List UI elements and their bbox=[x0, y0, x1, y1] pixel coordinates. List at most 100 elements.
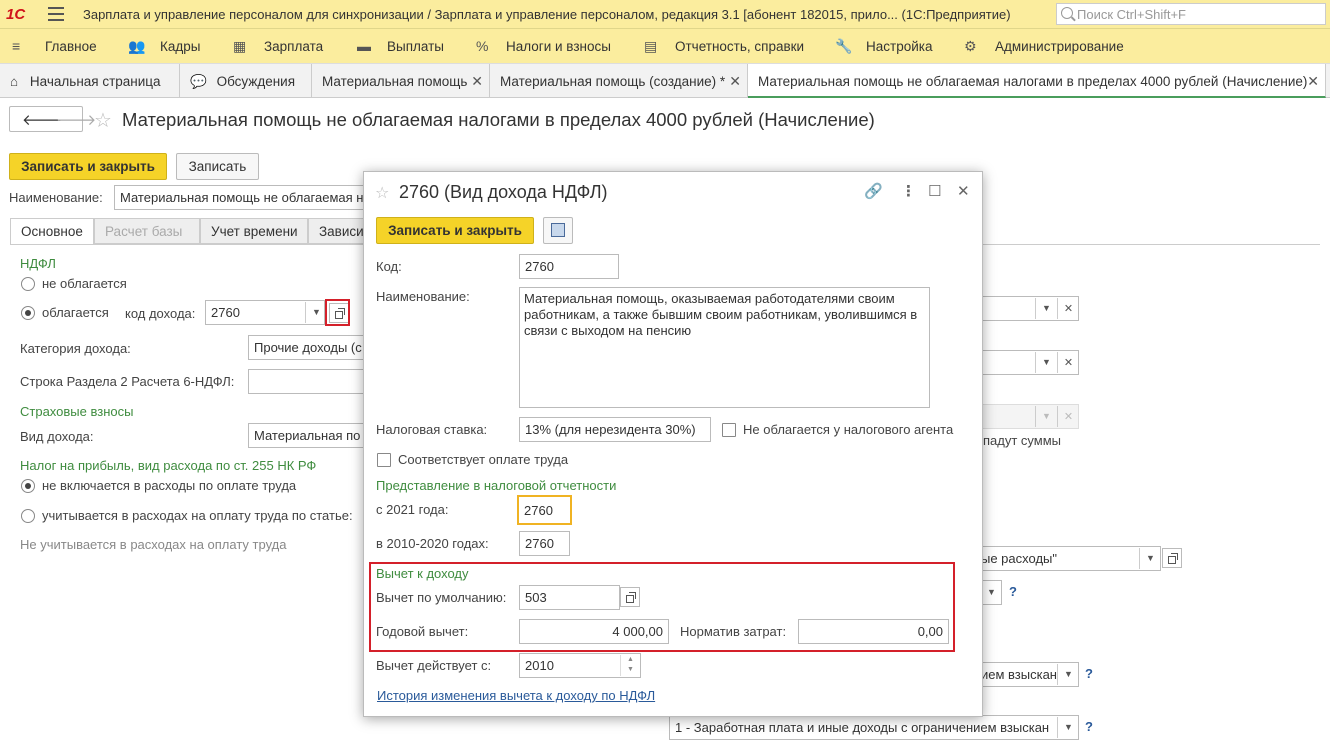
maximize-icon[interactable]: ☐ bbox=[928, 182, 941, 200]
chevron-down-icon[interactable]: ▼ bbox=[1035, 352, 1057, 373]
chevron-down-icon[interactable]: ▼ bbox=[1035, 298, 1057, 319]
dialog-save-close-button[interactable]: Записать и закрыть bbox=[376, 217, 534, 244]
search-placeholder: Поиск Ctrl+Shift+F bbox=[1077, 7, 1186, 22]
close-icon[interactable]: ✕ bbox=[1307, 73, 1319, 90]
default-deduction-label: Вычет по умолчанию: bbox=[376, 590, 507, 605]
clear-icon[interactable]: ✕ bbox=[1057, 298, 1079, 319]
year-stepper[interactable]: ▲ ▼ bbox=[620, 655, 640, 676]
staff-icon: 👥 bbox=[128, 38, 146, 54]
app-title: Зарплата и управление персоналом для син… bbox=[83, 7, 1011, 22]
since-2021-field[interactable]: 2760 bbox=[517, 495, 572, 525]
close-icon[interactable]: ✕ bbox=[957, 182, 970, 200]
menu-item-main[interactable]: Главное bbox=[45, 39, 97, 54]
report-line-label: Строка Раздела 2 Расчета 6-НДФЛ: bbox=[20, 374, 235, 389]
cost-norm-label: Норматив затрат: bbox=[680, 624, 787, 639]
tab-discussions[interactable]: 💬 Обсуждения bbox=[180, 64, 312, 98]
deduction-history-link[interactable]: История изменения вычета к доходу по НДФ… bbox=[377, 688, 655, 703]
name-textarea[interactable]: Материальная помощь, оказываемая работод… bbox=[519, 287, 930, 408]
close-icon[interactable]: ✕ bbox=[729, 73, 741, 90]
help-icon[interactable]: ? bbox=[1085, 666, 1093, 681]
search-icon bbox=[1061, 7, 1073, 19]
tab-label: Начальная страница bbox=[29, 74, 161, 89]
save-button[interactable]: Записать bbox=[176, 153, 259, 180]
right-text: падут суммы bbox=[983, 433, 1061, 448]
floppy-disk-icon bbox=[551, 223, 565, 237]
tab-label: Обсуждения bbox=[216, 74, 296, 89]
help-icon[interactable]: ? bbox=[1085, 719, 1093, 734]
tab-accrual[interactable]: Материальная помощь не облагаемая налога… bbox=[748, 64, 1326, 98]
report-line-field[interactable] bbox=[248, 369, 364, 394]
taxed-radio[interactable] bbox=[21, 306, 35, 320]
insurance-group-header: Страховые взносы bbox=[20, 404, 134, 419]
chevron-down-icon[interactable]: ▼ bbox=[1139, 548, 1161, 569]
menu-item-salary[interactable]: Зарплата bbox=[264, 39, 323, 54]
deduction-kind-field-2[interactable]: 1 - Заработная плата и иные доходы с огр… bbox=[669, 715, 1079, 740]
chevron-down-icon[interactable]: ▼ bbox=[980, 582, 1002, 603]
not-taxed-radio[interactable] bbox=[21, 277, 35, 291]
save-close-button[interactable]: Записать и закрыть bbox=[9, 153, 167, 180]
menu-item-reports[interactable]: Отчетность, справки bbox=[675, 39, 804, 54]
tab-home[interactable]: ⌂ Начальная страница bbox=[0, 64, 180, 98]
menu-item-staff[interactable]: Кадры bbox=[160, 39, 200, 54]
profit-tax-group-header: Налог на прибыль, вид расхода по ст. 255… bbox=[20, 458, 317, 473]
included-radio[interactable] bbox=[21, 509, 35, 523]
taxed-label: облагается bbox=[42, 305, 109, 320]
section-menu: ≡ Главное 👥 Кадры ▦ Зарплата ▬ Выплаты %… bbox=[0, 29, 1330, 64]
deduction-group-header: Вычет к доходу bbox=[376, 566, 469, 581]
tab-base-calc[interactable]: Расчет базы bbox=[94, 218, 200, 244]
clear-icon: ✕ bbox=[1057, 406, 1079, 427]
cost-norm-field[interactable]: 0,00 bbox=[798, 619, 949, 644]
percent-icon: % bbox=[476, 38, 489, 54]
close-icon[interactable]: ✕ bbox=[471, 73, 483, 90]
search-input[interactable]: Поиск Ctrl+Shift+F bbox=[1056, 3, 1326, 25]
menu-item-settings[interactable]: Настройка bbox=[866, 39, 932, 54]
y2010-2020-field[interactable]: 2760 bbox=[519, 531, 570, 556]
main-menu-icon[interactable] bbox=[48, 7, 64, 21]
since-2021-label: с 2021 года: bbox=[376, 502, 449, 517]
code-label: Код: bbox=[376, 259, 402, 274]
tab-material-help-create[interactable]: Материальная помощь (создание) * ✕ bbox=[490, 64, 748, 98]
forward-arrow-icon[interactable]: 🡒 bbox=[56, 110, 96, 129]
reporting-group-header: Представление в налоговой отчетности bbox=[376, 478, 617, 493]
tab-time[interactable]: Учет времени bbox=[200, 218, 308, 244]
reports-icon: ▤ bbox=[644, 38, 658, 54]
menu-item-taxes[interactable]: Налоги и взносы bbox=[506, 39, 611, 54]
labor-payment-checkbox[interactable] bbox=[377, 453, 391, 467]
wrench-icon: 🔧 bbox=[835, 38, 853, 54]
income-category-field[interactable]: Прочие доходы (с bbox=[248, 335, 364, 360]
link-icon[interactable]: 🔗 bbox=[864, 182, 883, 200]
gear-icon: ⚙ bbox=[964, 38, 977, 54]
tab-material-help[interactable]: Материальная помощь ✕ bbox=[312, 64, 490, 98]
chevron-down-icon[interactable]: ▼ bbox=[305, 302, 327, 323]
home-icon: ⌂ bbox=[10, 74, 19, 89]
save-disk-button[interactable] bbox=[543, 217, 573, 244]
dialog-title: 2760 (Вид дохода НДФЛ) bbox=[399, 182, 608, 202]
help-icon[interactable]: ? bbox=[1009, 584, 1017, 599]
chevron-down-icon[interactable]: ▼ bbox=[1057, 717, 1079, 738]
annual-deduction-label: Годовой вычет: bbox=[376, 624, 469, 639]
open-item-icon[interactable] bbox=[620, 587, 640, 607]
default-deduction-field[interactable]: 503 bbox=[519, 585, 620, 610]
included-label: учитывается в расходах на оплату труда п… bbox=[42, 508, 353, 523]
annual-deduction-field[interactable]: 4 000,00 bbox=[519, 619, 669, 644]
open-item-icon[interactable] bbox=[1162, 548, 1182, 568]
income-type-field[interactable]: Материальная по bbox=[248, 423, 364, 448]
tax-rate-field[interactable]: 13% (для нерезидента 30%) bbox=[519, 417, 711, 442]
more-icon[interactable]: ⋮ bbox=[901, 182, 916, 200]
tab-basic[interactable]: Основное bbox=[10, 218, 94, 244]
clear-icon[interactable]: ✕ bbox=[1057, 352, 1079, 373]
not-included-radio[interactable] bbox=[21, 479, 35, 493]
menu-item-payments[interactable]: Выплаты bbox=[387, 39, 444, 54]
expense-article-field[interactable]: ые расходы" bbox=[975, 546, 1161, 571]
favorite-star-icon[interactable]: ☆ bbox=[94, 108, 112, 133]
favorite-star-icon[interactable]: ☆ bbox=[375, 183, 389, 203]
chevron-down-icon[interactable]: ▼ bbox=[1057, 664, 1079, 685]
name-field[interactable]: Материальная помощь не облагаемая налога… bbox=[114, 185, 366, 210]
menu-item-admin[interactable]: Администрирование bbox=[995, 39, 1124, 54]
tab-label: Материальная помощь не облагаемая налога… bbox=[758, 74, 1308, 89]
income-type-dialog: ☆ 2760 (Вид дохода НДФЛ) 🔗 ⋮ ☐ ✕ Записат… bbox=[363, 171, 983, 717]
not-taxed-agent-checkbox[interactable] bbox=[722, 423, 736, 437]
tab-dependencies[interactable]: Зависим bbox=[308, 218, 368, 244]
tax-rate-label: Налоговая ставка: bbox=[376, 422, 488, 437]
code-field[interactable]: 2760 bbox=[519, 254, 619, 279]
